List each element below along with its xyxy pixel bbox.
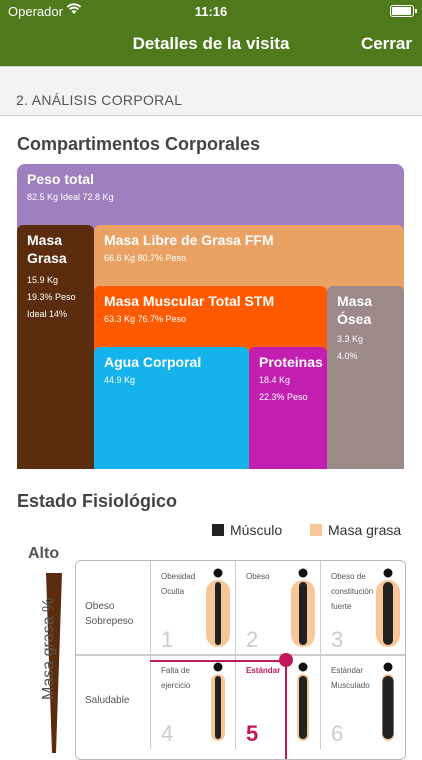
- alto-label: Alto: [28, 545, 60, 562]
- cell-label: Obeso: [246, 572, 270, 581]
- block-value: 15.9 Kg: [27, 275, 59, 285]
- block-value: 22.3% Peso: [259, 392, 308, 402]
- block-stm: Masa Muscular Total STM 63.3 Kg 76.7% Pe…: [94, 286, 327, 356]
- page-title: Detalles de la visita: [132, 34, 290, 53]
- block-proteinas: Proteinas 18.4 Kg 22.3% Peso: [249, 347, 327, 469]
- block-title: Peso total: [27, 171, 94, 187]
- block-ffm: Masa Libre de Grasa FFM 66.6 Kg 80.7% Pe…: [94, 225, 404, 295]
- grid-cell[interactable]: Obeso 2: [235, 561, 320, 655]
- compartments-title: Compartimentos Corporales: [17, 134, 261, 154]
- cell-number: 4: [161, 721, 174, 746]
- legend-label: Masa grasa: [328, 522, 402, 538]
- legend-swatch-muscle: [212, 524, 224, 536]
- block-title: Masa Libre de Grasa FFM: [104, 232, 274, 248]
- grid-cell[interactable]: Falta de ejercicio 4: [150, 655, 235, 749]
- body-figure-icon: [382, 662, 394, 741]
- grid-cell[interactable]: Obesidad Oculta 1: [150, 561, 235, 655]
- block-value: 44.9 Kg: [104, 375, 136, 385]
- block-value: 82.5 Kg Ideal 72.8 Kg: [27, 192, 114, 202]
- block-title: Masa Ósea: [337, 293, 373, 327]
- selection-marker: [279, 653, 293, 667]
- block-value: 3.3 Kg: [337, 334, 364, 344]
- body-figure-icon: [206, 568, 230, 647]
- selection-line-v: [285, 660, 287, 759]
- nav-bar: Detalles de la visita Cerrar: [0, 22, 422, 66]
- block-agua-corporal: Agua Corporal 44.9 Kg: [94, 347, 249, 469]
- body-figure-icon: [297, 662, 309, 741]
- body-figure-icon: [376, 568, 400, 647]
- block-title: Masa Muscular Total STM: [104, 293, 275, 309]
- block-title: Agua Corporal: [104, 354, 202, 370]
- row-label-obeso: Obeso Sobrepeso: [85, 601, 134, 627]
- cell-number: 3: [331, 627, 344, 652]
- section-title: 2. ANÁLISIS CORPORAL: [16, 92, 183, 108]
- block-title: Proteinas: [259, 354, 323, 370]
- cell-label: Estándar Musculado: [331, 666, 370, 690]
- legend-muscle: Músculo: [212, 522, 282, 538]
- block-value: 4.0%: [337, 351, 358, 361]
- grid-cell[interactable]: Estándar 5: [235, 655, 320, 749]
- grid-cell[interactable]: Estándar Musculado 6: [320, 655, 405, 749]
- block-value: Ideal 14%: [27, 309, 68, 319]
- legend-fat: Masa grasa: [310, 522, 401, 538]
- section-header: 2. ANÁLISIS CORPORAL: [0, 66, 422, 116]
- legend-swatch-fat: [310, 524, 322, 536]
- cell-label: Obeso de constitución fuerte: [331, 572, 374, 611]
- close-button[interactable]: Cerrar: [361, 34, 412, 54]
- row-label-saludable: Saludable: [85, 695, 130, 706]
- block-value: 18.4 Kg: [259, 375, 291, 385]
- physio-grid: Obeso Sobrepeso Saludable Obesidad Ocult…: [75, 560, 406, 760]
- physio-title: Estado Fisiológico: [17, 491, 178, 511]
- clock: 11:16: [194, 4, 228, 19]
- selection-line-h: [150, 660, 286, 662]
- block-value: 63.3 Kg 76.7% Peso: [104, 314, 187, 324]
- legend-label: Músculo: [230, 522, 283, 538]
- cell-label: Falta de ejercicio: [161, 666, 191, 690]
- body-figure-icon: [211, 662, 225, 741]
- grid-cell[interactable]: Obeso de constitución fuerte 3: [320, 561, 405, 655]
- battery-icon: [390, 5, 417, 17]
- body-figure-icon: [291, 568, 315, 647]
- block-title: Masa Grasa: [27, 232, 67, 266]
- cell-number: 2: [246, 627, 259, 652]
- block-value: 66.6 Kg 80.7% Peso: [104, 253, 187, 263]
- block-value: 19.3% Peso: [27, 292, 76, 302]
- y-axis-label: Masa grasa %: [40, 597, 57, 700]
- cell-label: Obesidad Oculta: [161, 572, 196, 596]
- cell-number: 1: [161, 627, 174, 652]
- block-masa-osea: Masa Ósea 3.3 Kg 4.0%: [327, 286, 404, 469]
- status-bar: Operador 11:16: [0, 0, 422, 22]
- cell-number: 5: [246, 721, 259, 746]
- cell-number: 6: [331, 721, 344, 746]
- block-peso-total: Peso total 82.5 Kg Ideal 72.8 Kg: [17, 164, 404, 234]
- block-masa-grasa: Masa Grasa 15.9 Kg 19.3% Peso Ideal 14%: [17, 225, 94, 469]
